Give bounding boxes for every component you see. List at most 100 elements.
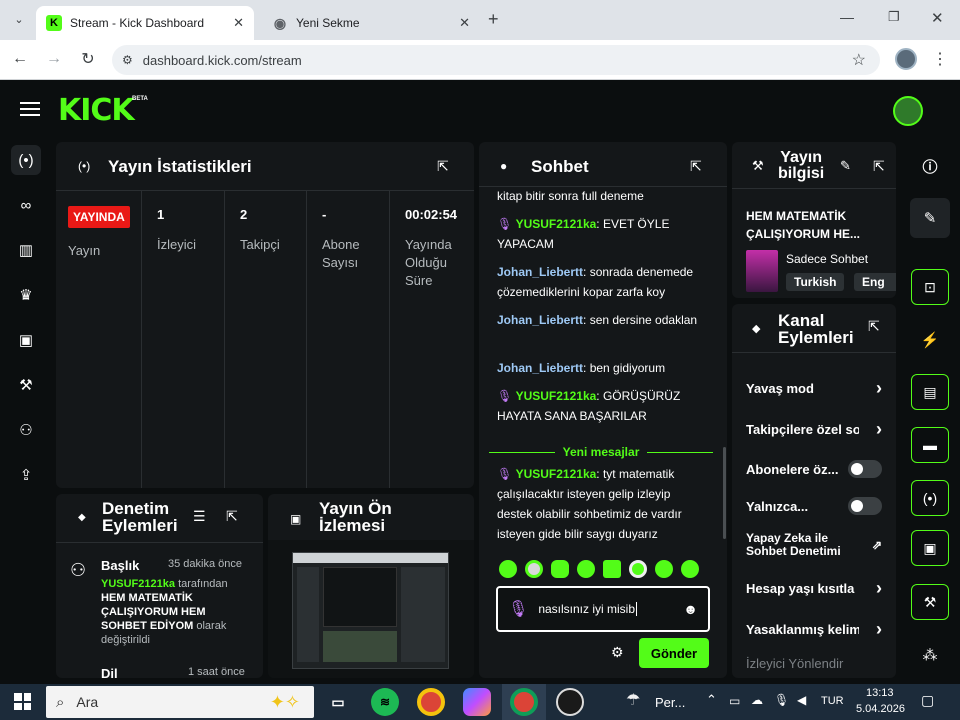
task-view-icon[interactable]: ▭ xyxy=(324,688,352,716)
site-info-icon[interactable]: ⚙ xyxy=(122,53,133,67)
emote-icon[interactable] xyxy=(681,560,699,578)
address-bar[interactable]: ⚙ dashboard.kick.com/stream ☆ xyxy=(112,45,880,75)
tag-chip[interactable]: Eng xyxy=(854,273,896,291)
obs-icon[interactable] xyxy=(556,688,584,716)
trophy-icon[interactable]: ♛ xyxy=(11,280,41,310)
emote-icon[interactable] xyxy=(577,560,595,578)
tag-chip[interactable]: Turkish xyxy=(786,273,845,291)
scan-icon[interactable]: ⊡ xyxy=(911,269,949,305)
subscribers-only-toggle[interactable] xyxy=(848,460,882,478)
close-tab-icon[interactable]: ✕ xyxy=(233,15,244,31)
onedrive-icon[interactable]: ☁ xyxy=(751,693,763,707)
tab-title: Stream - Kick Dashboard xyxy=(70,16,205,30)
microphone-icon[interactable]: 🎙 xyxy=(774,693,789,707)
volume-icon[interactable]: ◀ xyxy=(797,693,806,707)
ai-moderation-row[interactable]: Yapay Zeka ile Sohbet Denetimi ⇗ xyxy=(746,532,882,558)
account-age-row[interactable]: Hesap yaşı kısıtla › xyxy=(746,578,882,599)
new-messages-divider[interactable]: Yeni mesajlar xyxy=(489,445,713,459)
link-icon[interactable]: ∞ xyxy=(11,190,41,220)
chat-username[interactable]: Johan_Liebertt xyxy=(497,361,583,375)
chat-username[interactable]: Johan_Liebertt xyxy=(497,313,583,327)
tray-chevron-up-icon[interactable]: ⌃ xyxy=(706,692,717,708)
emote-icon[interactable] xyxy=(655,560,673,578)
emote-icon[interactable] xyxy=(551,560,569,578)
chrome-profile-icon[interactable] xyxy=(510,688,538,716)
edit-pencil-icon[interactable]: ✎ xyxy=(910,198,950,238)
emoji-icon[interactable]: ☻ xyxy=(683,601,698,617)
stream-preview-thumbnail[interactable] xyxy=(292,552,449,669)
emotes-only-toggle[interactable] xyxy=(848,497,882,515)
close-window-icon[interactable]: ✕ xyxy=(931,9,944,27)
popout-icon[interactable]: ⇱ xyxy=(690,158,702,175)
browser-menu-icon[interactable]: ⋮ xyxy=(928,47,952,71)
wrench-icon[interactable]: ⚒ xyxy=(911,584,949,620)
wrench-icon[interactable]: ⚒ xyxy=(11,370,41,400)
user-avatar[interactable] xyxy=(893,96,923,126)
lightning-icon[interactable]: ⚡ xyxy=(915,325,945,355)
edit-pencil-icon[interactable]: ✎ xyxy=(840,158,851,174)
broadcast-icon[interactable]: (•) xyxy=(911,480,949,516)
upload-icon[interactable]: ⇪ xyxy=(11,460,41,490)
users-icon[interactable]: ⚇ xyxy=(11,415,41,445)
chat-settings-gear-icon[interactable]: ⚙ xyxy=(611,644,624,661)
taskbar-search[interactable]: ⌕ Ara ✦✧ xyxy=(46,686,314,718)
new-tab-plus-icon[interactable]: + xyxy=(488,9,499,30)
document-icon[interactable]: ▤ xyxy=(911,374,949,410)
clock-date[interactable]: 5.04.2026 xyxy=(856,703,905,715)
video-icon[interactable]: ▣ xyxy=(11,325,41,355)
chrome-icon[interactable] xyxy=(417,688,445,716)
windows-start-icon[interactable] xyxy=(14,693,31,710)
forward-arrow-icon[interactable]: → xyxy=(42,47,66,71)
close-tab-icon[interactable]: ✕ xyxy=(459,15,470,31)
viewer-redirect-row[interactable]: İzleyici Yönlendir xyxy=(746,656,882,671)
tab-new-tab[interactable]: ◉ Yeni Sekme ✕ xyxy=(262,6,480,40)
emote-icon[interactable] xyxy=(603,560,621,578)
bookmark-star-icon[interactable]: ☆ xyxy=(852,50,866,70)
weather-text[interactable]: Per... xyxy=(655,695,685,710)
popout-icon[interactable]: ⇱ xyxy=(868,318,880,335)
back-arrow-icon[interactable]: ← xyxy=(8,47,32,71)
mod-entry-user[interactable]: YUSUF2121ka xyxy=(101,578,175,590)
chat-username[interactable]: YUSUF2121ka xyxy=(516,389,597,403)
chat-username[interactable]: YUSUF2121ka xyxy=(516,467,597,481)
tab-kick-dashboard[interactable]: K Stream - Kick Dashboard ✕ xyxy=(36,6,254,40)
emote-icon[interactable] xyxy=(525,560,543,578)
mic-icon[interactable]: 🎙 xyxy=(508,599,528,619)
notification-icon[interactable]: ▢ xyxy=(921,692,934,709)
copilot-icon[interactable] xyxy=(463,688,491,716)
chat-scrollbar[interactable] xyxy=(723,447,726,539)
popout-icon[interactable]: ⇱ xyxy=(437,158,449,175)
kick-logo[interactable]: KICK xyxy=(58,93,135,128)
spotify-icon[interactable]: ≋ xyxy=(371,688,399,716)
category-name[interactable]: Sadece Sohbet xyxy=(786,252,868,266)
language-indicator[interactable]: TUR xyxy=(821,695,844,707)
followers-only-row[interactable]: Takipçilere özel so › xyxy=(746,419,882,440)
restore-icon[interactable]: ❐ xyxy=(888,9,900,25)
popout-icon[interactable]: ⇱ xyxy=(873,158,885,175)
popout-icon[interactable]: ⇱ xyxy=(226,508,238,525)
emote-icon[interactable] xyxy=(629,560,647,578)
category-thumbnail[interactable] xyxy=(746,250,778,292)
stream-icon[interactable]: (•) xyxy=(11,145,41,175)
profile-avatar[interactable] xyxy=(895,48,917,70)
clock-time[interactable]: 13:13 xyxy=(866,687,894,699)
share-icon[interactable]: ⁂ xyxy=(915,640,945,670)
send-button[interactable]: Gönder xyxy=(639,638,709,668)
analytics-icon[interactable]: ▥ xyxy=(11,235,41,265)
slow-mode-row[interactable]: Yavaş mod › xyxy=(746,378,882,399)
chat-username[interactable]: YUSUF2121ka xyxy=(516,217,597,231)
tray-battery-icon[interactable]: ▭ xyxy=(729,694,740,708)
filter-icon[interactable]: ☰ xyxy=(193,508,206,525)
video-camera-icon[interactable]: ▣ xyxy=(911,530,949,566)
chat-message-fragment: kitap bitir sonra full deneme xyxy=(497,189,644,203)
tab-search-icon[interactable]: ⌄ xyxy=(8,8,30,30)
chat-username[interactable]: Johan_Liebertt xyxy=(497,265,583,279)
reload-icon[interactable]: ↻ xyxy=(76,47,100,71)
chat-icon[interactable]: ▬ xyxy=(911,427,949,463)
emote-icon[interactable] xyxy=(499,560,517,578)
minimize-icon[interactable]: — xyxy=(840,9,854,25)
info-icon[interactable]: ⓘ xyxy=(915,151,945,181)
banned-words-row[interactable]: Yasaklanmış kelim › xyxy=(746,619,882,640)
chat-input[interactable]: 🎙 nasılsınız iyi misib ☻ xyxy=(496,586,710,632)
hamburger-menu-icon[interactable] xyxy=(20,100,40,118)
